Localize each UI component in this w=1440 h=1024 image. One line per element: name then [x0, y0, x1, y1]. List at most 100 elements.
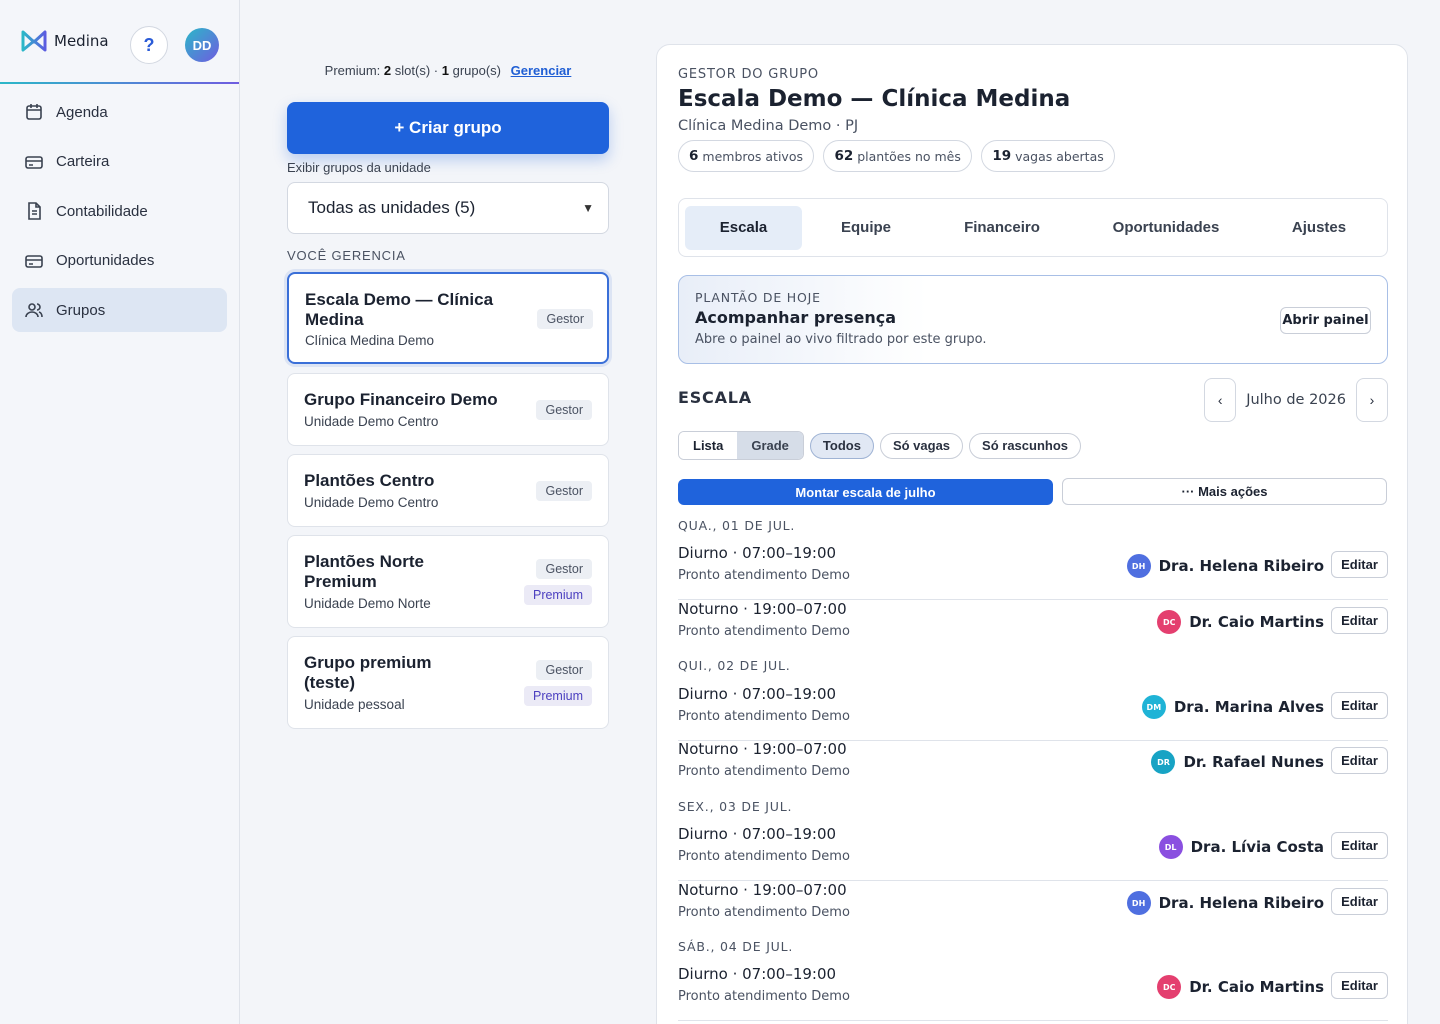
group-unit: Unidade Demo Norte [304, 596, 431, 611]
edit-shift-button[interactable]: Editar [1331, 607, 1388, 634]
sidebar-item-label: Contabilidade [56, 202, 148, 220]
filter-drafts-chip[interactable]: Só rascunhos [969, 432, 1082, 459]
edit-shift-button[interactable]: Editar [1331, 888, 1388, 915]
groups-count: 1 [441, 63, 449, 78]
stat-pill-vacancies: 19 vagas abertas [981, 140, 1115, 172]
stat-value: 6 [689, 148, 699, 164]
shift-location: Pronto atendimento Demo [678, 849, 850, 864]
role-badge: Gestor [536, 559, 592, 579]
shift-doctor: DC Dr. Caio Martins [1157, 610, 1324, 634]
doctor-avatar: DH [1126, 891, 1151, 915]
build-schedule-button[interactable]: Montar escala de julho [678, 479, 1053, 505]
group-unit: Unidade Demo Centro [304, 414, 439, 429]
sidebar-item-oportunidades[interactable]: Oportunidades [12, 239, 227, 283]
stat-label: vagas abertas [1015, 148, 1104, 164]
groups-text: grupo(s) [452, 63, 502, 78]
create-group-button[interactable]: + Criar grupo [287, 102, 609, 154]
shift-row: Diurno · 07:00–19:00 Pronto atendimento … [678, 685, 1388, 741]
app-logo[interactable]: Medina [20, 28, 109, 54]
document-icon [28, 202, 41, 220]
view-grid-option[interactable]: Grade [737, 432, 803, 459]
doctor-name: Dr. Caio Martins [1189, 613, 1324, 631]
sidebar-item-label: Agenda [56, 103, 108, 121]
doctor-avatar: DC [1157, 975, 1182, 999]
day-header: SÁB., 04 DE JUL. [678, 939, 794, 954]
month-navigator: ‹ Julho de 2026 › [1204, 378, 1388, 422]
stats-row: 6 membros ativos 62 plantões no mês 19 vaga… [678, 140, 1388, 172]
tab-equipe[interactable]: Equipe [802, 206, 930, 250]
doctor-name: Dr. Rafael Nunes [1183, 753, 1324, 771]
tab-financeiro[interactable]: Financeiro [930, 206, 1074, 250]
role-badge: Gestor [536, 400, 592, 420]
manage-link[interactable]: Gerenciar [511, 63, 572, 78]
role-badge: Gestor [536, 660, 592, 680]
day-header: QUI., 02 DE JUL. [678, 658, 791, 673]
shift-time: Noturno · 19:00–07:00 [678, 600, 847, 618]
open-panel-button[interactable]: Abrir painel [1280, 307, 1371, 334]
edit-shift-button[interactable]: Editar [1331, 692, 1388, 719]
user-avatar[interactable]: DD [185, 28, 219, 62]
group-card[interactable]: Grupo premium (teste) Unidade pessoal Ge… [287, 636, 609, 729]
group-name: Grupo Financeiro Demo [304, 390, 498, 409]
group-name: Grupo premium (teste) [304, 653, 432, 692]
filter-vacancies-chip[interactable]: Só vagas [879, 432, 964, 459]
role-badge: Gestor [537, 309, 593, 329]
edit-shift-button[interactable]: Editar [1331, 972, 1388, 999]
sidebar-item-contabilidade[interactable]: Contabilidade [12, 189, 227, 233]
shift-location: Pronto atendimento Demo [678, 989, 850, 1004]
stat-label: membros ativos [702, 148, 803, 164]
premium-badge: Premium [523, 686, 592, 706]
stat-value: 62 [834, 148, 854, 164]
shift-time: Diurno · 07:00–19:00 [678, 544, 837, 562]
shift-doctor: DH Dra. Helena Ribeiro [1126, 891, 1324, 915]
view-list-option[interactable]: Lista [679, 432, 738, 459]
group-card[interactable]: Plantões Norte Premium Unidade Demo Nort… [287, 535, 609, 628]
prev-month-button[interactable]: ‹ [1204, 378, 1237, 422]
chevron-down-icon: ▼ [582, 201, 594, 215]
edit-shift-button[interactable]: Editar [1331, 551, 1388, 578]
shift-row: Diurno · 07:00–19:00 Pronto atendimento … [678, 544, 1388, 600]
stat-pill-members: 6 membros ativos [678, 140, 814, 172]
schedule-list: QUA., 01 DE JUL. Diurno · 07:00–19:00 Pr… [678, 517, 1388, 1024]
detail-tabs: Escala Equipe Financeiro Oportunidades A… [678, 198, 1388, 257]
shift-location: Pronto atendimento Demo [678, 764, 850, 779]
group-card[interactable]: Grupo Financeiro Demo Unidade Demo Centr… [287, 373, 609, 446]
group-card[interactable]: Escala Demo — Clínica Medina Clínica Med… [287, 272, 609, 364]
today-eyebrow: PLANTÃO DE HOJE [695, 290, 821, 305]
group-unit: Clínica Medina Demo [305, 333, 435, 348]
doctor-name: Dra. Lívia Costa [1190, 838, 1324, 856]
filter-all-chip[interactable]: Todos [809, 432, 874, 459]
day-header: QUA., 01 DE JUL. [678, 518, 796, 533]
today-title: Acompanhar presença [695, 308, 897, 327]
sidebar-item-label: Carteira [56, 153, 110, 170]
day-header: SEX., 03 DE JUL. [678, 799, 793, 814]
doctor-avatar: DM [1141, 695, 1166, 719]
role-eyebrow: GESTOR DO GRUPO [678, 67, 819, 82]
sidebar-item-grupos[interactable]: Grupos [12, 288, 227, 332]
group-card[interactable]: Plantões Centro Unidade Demo Centro Gest… [287, 454, 609, 527]
shift-time: Noturno · 19:00–07:00 [678, 881, 847, 899]
shift-row: Noturno · 19:00–07:00 Pronto atendimento… [678, 740, 1388, 796]
edit-shift-button[interactable]: Editar [1331, 747, 1388, 774]
sidebar-item-agenda[interactable]: Agenda [12, 90, 227, 134]
premium-label: Premium: [324, 63, 381, 78]
sidebar-item-carteira[interactable]: Carteira [12, 140, 227, 184]
shift-doctor: DM Dra. Marina Alves [1141, 695, 1324, 719]
next-month-button[interactable]: › [1356, 378, 1388, 422]
sidebar-item-label: Grupos [56, 301, 106, 319]
managed-section-title: VOCÊ GERENCIA [287, 248, 406, 263]
group-subtitle: Clínica Medina Demo · PJ [678, 118, 859, 134]
slots-count: 2 [383, 63, 392, 78]
tab-escala[interactable]: Escala [685, 205, 802, 250]
edit-shift-button[interactable]: Editar [1331, 832, 1388, 859]
more-actions-button[interactable]: ··· Mais ações [1062, 478, 1387, 505]
group-detail-panel: GESTOR DO GRUPO Escala Demo — Clínica Me… [656, 44, 1408, 1024]
page-title: Escala Demo — Clínica Medina [678, 86, 1071, 112]
tab-ajustes[interactable]: Ajustes [1258, 206, 1380, 250]
unit-filter-select[interactable]: Todas as unidades (5) ▼ [287, 182, 609, 234]
doctor-avatar: DL [1158, 835, 1183, 859]
tab-oportunidades[interactable]: Oportunidades [1074, 206, 1258, 250]
sidebar-nav: Agenda Carteira Contabilidade Oportunida… [0, 84, 239, 344]
help-button[interactable]: ? [130, 26, 168, 64]
group-unit: Unidade Demo Centro [304, 495, 439, 510]
